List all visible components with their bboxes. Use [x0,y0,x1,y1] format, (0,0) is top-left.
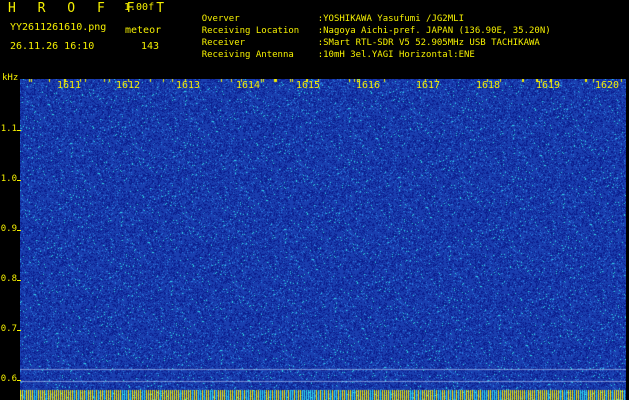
frequency-unit-label: kHz [2,73,19,83]
y-tick-label: 0.6 [0,374,17,384]
x-tick-label: 1612 [116,80,141,91]
x-tick-label: 1619 [536,80,561,91]
version-label: 1.00f [124,2,155,13]
y-tick-mark [17,130,21,131]
y-tick-label: 0.7 [0,324,17,334]
y-tick-mark [17,330,21,331]
x-tick-label: 1616 [356,80,381,91]
y-tick-label: 1.1 [0,124,17,134]
x-tick-label: 1614 [236,80,261,91]
datetime-label: 26.11.26 16:10 [10,41,95,52]
hrofft-window: H R O F F T 1.00f YY2611261610.png meteo… [0,0,629,400]
count-label: 143 [141,41,160,52]
x-tick-label: 1613 [176,80,201,91]
spectrogram-canvas[interactable] [20,79,626,400]
filename-label: YY2611261610.png [10,22,107,33]
y-tick-label: 1.0 [0,174,17,184]
info-row-antenna: Receiving Antenna :10mH 3el.YAGI Horizont… [180,42,475,69]
y-tick-mark [17,180,21,181]
y-tick-mark [17,280,21,281]
y-tick-label: 0.9 [0,224,17,234]
y-tick-mark [17,380,21,381]
mode-label: meteor [125,25,162,36]
x-tick-label: 1617 [416,80,441,91]
x-tick-label: 1611 [57,80,82,91]
info-label: Receiving Antenna [201,50,294,60]
y-tick-label: 0.8 [0,274,17,284]
y-tick-mark [17,230,21,231]
x-tick-label: 1620 [595,80,620,91]
x-tick-label: 1615 [296,80,321,91]
info-value: :10mH 3el.YAGI Horizontal:ENE [317,50,475,60]
x-tick-label: 1618 [476,80,501,91]
